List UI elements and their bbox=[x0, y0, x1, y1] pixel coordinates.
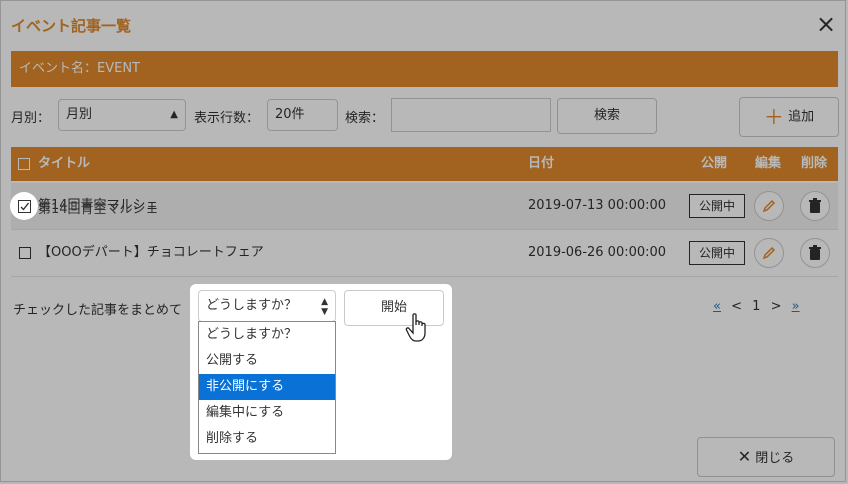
x-icon: ✕ bbox=[737, 447, 752, 466]
table-header: タイトル 日付 公開 編集 削除 bbox=[11, 147, 838, 181]
add-button[interactable]: ＋ 追加 bbox=[739, 97, 839, 137]
checkmark-icon bbox=[20, 202, 30, 211]
event-name-bar: イベント名：EVENT bbox=[11, 51, 838, 87]
month-select[interactable]: 月別 ▲ bbox=[58, 99, 186, 131]
dropdown-option[interactable]: どうしますか？ bbox=[199, 322, 335, 348]
publish-status-badge[interactable]: 公開中 bbox=[689, 241, 745, 265]
bulk-action-label: チェックした記事をまとめて bbox=[13, 303, 183, 318]
select-all-checkbox[interactable] bbox=[18, 158, 30, 170]
rows-label: 表示行数： bbox=[194, 111, 260, 126]
header-delete: 削除 bbox=[801, 156, 828, 171]
close-button-label: 閉じる bbox=[755, 451, 795, 466]
pagination: « < 1 > » bbox=[713, 299, 800, 314]
close-button[interactable]: ✕ 閉じる bbox=[697, 437, 835, 477]
row-title[interactable]: 【OOOデパート】チョコレートフェア bbox=[38, 230, 264, 276]
header-publish: 公開 bbox=[701, 156, 728, 171]
header-date: 日付 bbox=[528, 156, 555, 171]
header-edit: 編集 bbox=[755, 156, 782, 171]
rows-select[interactable]: 20件 bbox=[267, 99, 338, 131]
plus-icon: ＋ bbox=[763, 105, 784, 129]
search-label: 検索： bbox=[345, 111, 385, 126]
trash-icon[interactable] bbox=[800, 191, 830, 221]
pager-first-link[interactable]: « bbox=[713, 299, 721, 314]
add-button-label: 追加 bbox=[788, 109, 815, 125]
pager-next[interactable]: > bbox=[771, 299, 782, 314]
dropdown-option[interactable]: 編集中にする bbox=[199, 400, 335, 426]
pager-current: 1 bbox=[752, 299, 761, 314]
edit-pencil-icon[interactable] bbox=[754, 238, 784, 268]
month-select-value: 月別 bbox=[66, 107, 93, 122]
row-date: 2019-07-13 00:00:00 bbox=[528, 198, 667, 213]
checkbox-spotlight bbox=[10, 192, 38, 220]
row-date: 2019-06-26 00:00:00 bbox=[528, 245, 667, 260]
dropdown-option[interactable]: 削除する bbox=[199, 426, 335, 452]
row-checkbox-checked[interactable] bbox=[18, 200, 31, 213]
pager-last-link[interactable]: » bbox=[792, 299, 800, 314]
edit-pencil-icon[interactable] bbox=[754, 191, 784, 221]
select-arrows-icon: ▲ ▼ bbox=[321, 297, 328, 317]
header-title: タイトル bbox=[38, 156, 91, 171]
trash-icon[interactable] bbox=[800, 238, 830, 268]
pager-prev[interactable]: < bbox=[731, 299, 742, 314]
search-button[interactable]: 検索 bbox=[557, 98, 657, 134]
dropdown-option[interactable]: 公開する bbox=[199, 348, 335, 374]
bulk-action-dropdown: どうしますか？ 公開する 非公開にする 編集中にする 削除する bbox=[198, 321, 336, 454]
row-checkbox[interactable] bbox=[19, 247, 31, 259]
select-arrows-icon: ▲ bbox=[170, 109, 178, 120]
publish-status-badge[interactable]: 公開中 bbox=[689, 194, 745, 218]
bulk-select-value: どうしますか？ bbox=[206, 298, 298, 313]
table-row: 【OOOデパート】チョコレートフェア 2019-06-26 00:00:00 公… bbox=[11, 230, 838, 277]
highlighted-row-title[interactable]: 第14回青空マルシェ bbox=[38, 198, 159, 217]
dialog-title: イベント記事一覧 bbox=[11, 17, 132, 35]
dropdown-option-highlighted[interactable]: 非公開にする bbox=[199, 374, 335, 400]
hand-cursor-icon bbox=[405, 313, 426, 342]
month-label: 月別： bbox=[11, 111, 51, 126]
rows-select-value: 20件 bbox=[275, 107, 305, 122]
search-input[interactable] bbox=[391, 98, 551, 132]
event-name: イベント名：EVENT bbox=[19, 61, 140, 76]
bulk-action-select[interactable]: どうしますか？ ▲ ▼ bbox=[198, 290, 336, 322]
close-icon[interactable]: × bbox=[813, 11, 839, 37]
